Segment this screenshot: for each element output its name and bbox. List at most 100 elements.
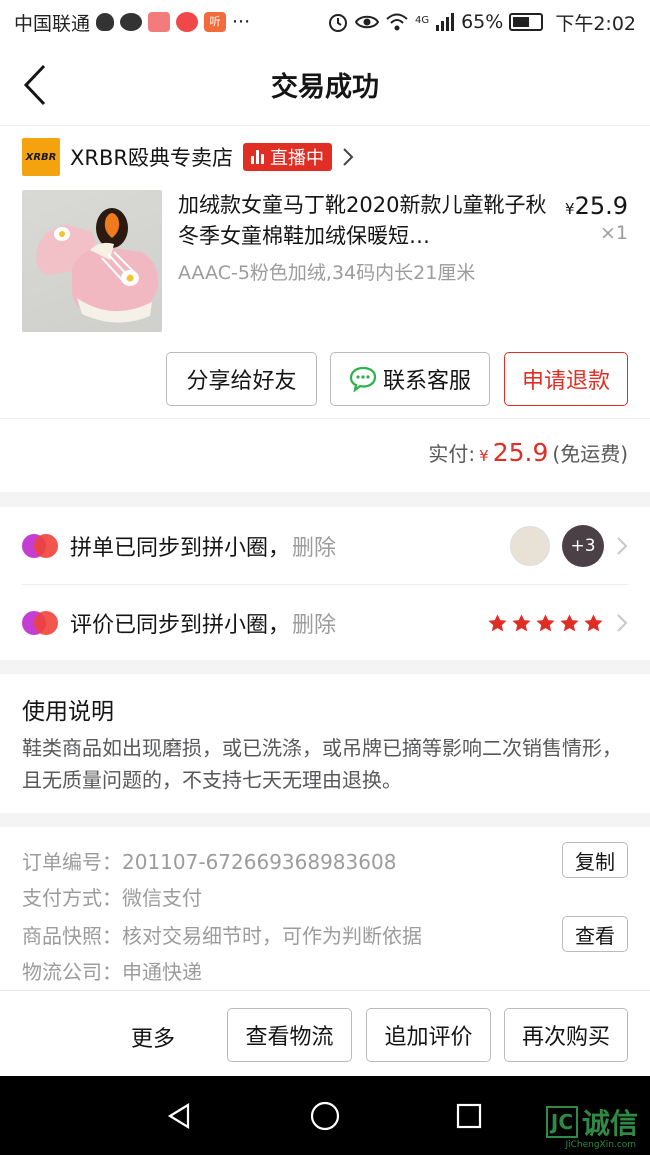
- carrier-label: 中国联通: [14, 12, 91, 35]
- product-price: ¥25.9: [565, 192, 628, 220]
- clock: 下午2:02: [555, 12, 636, 35]
- refund-label: 申请退款: [521, 369, 610, 394]
- share-label: 分享给好友: [186, 369, 297, 394]
- copy-button[interactable]: 复制: [562, 842, 628, 878]
- avatar-more-count: +3: [562, 525, 604, 567]
- status-bar: 中国联通 听 ··· 4G 65% 下午2:02: [0, 0, 650, 44]
- sync-delete-link[interactable]: 删除: [292, 607, 336, 639]
- listen-app-icon: 听: [204, 12, 227, 32]
- sync-row-review[interactable]: 评价已同步到拼小圈， 删除: [0, 585, 650, 661]
- buy-again-button[interactable]: 再次购买: [504, 1008, 628, 1062]
- status-right: 4G 65% 下午2:02: [327, 9, 636, 36]
- buy-again-label: 再次购买: [521, 1025, 610, 1050]
- paid-amount: 25.9: [492, 438, 549, 467]
- watermark-box: JC: [545, 1106, 578, 1138]
- product-spec: AAAC-5粉色加绒,34码内长21厘米: [178, 262, 476, 284]
- huawei-app-icon: [148, 12, 171, 32]
- paid-currency: ¥: [479, 447, 489, 465]
- more-notifications: ···: [232, 11, 251, 33]
- star-icon: [560, 613, 579, 631]
- star-icon: [536, 613, 555, 631]
- logistics-label: 物流公司：: [22, 960, 122, 984]
- order-number-label: 订单编号：: [22, 850, 122, 874]
- shipping-note: (免运费): [552, 442, 628, 466]
- paid-label: 实付:: [428, 442, 476, 466]
- section-gap: [0, 492, 650, 507]
- share-button[interactable]: 分享给好友: [166, 352, 317, 406]
- wechat-icon: [120, 13, 143, 31]
- sync-text: 拼单已同步到拼小圈，: [70, 536, 291, 561]
- star-icon: [584, 613, 603, 631]
- shop-logo: XRBR: [22, 138, 60, 176]
- page-title: 交易成功: [271, 72, 379, 103]
- sync-delete-link[interactable]: 删除: [292, 530, 336, 562]
- chevron-right-icon: [343, 148, 354, 166]
- star-icon: [512, 613, 531, 631]
- alarm-icon: [328, 14, 347, 32]
- product-image[interactable]: [22, 190, 162, 332]
- track-logistics-button[interactable]: 查看物流: [227, 1008, 352, 1062]
- product-title[interactable]: 加绒款女童马丁靴2020新款儿童靴子秋冬季女童棉鞋加绒保暖短…: [178, 190, 548, 252]
- chevron-right-icon: [617, 614, 628, 632]
- shoe-illustration: [36, 208, 158, 323]
- signal-icon: [436, 13, 455, 31]
- section-gap: [0, 813, 650, 827]
- status-left: 中国联通 听 ···: [14, 9, 250, 36]
- view-snapshot-button[interactable]: 查看: [562, 916, 628, 952]
- pay-method-label: 支付方式：: [22, 886, 122, 910]
- snapshot-label: 商品快照：: [22, 924, 122, 948]
- add-review-label: 追加评价: [384, 1025, 473, 1050]
- logistics-company: 申通快递: [122, 960, 202, 984]
- battery-icon: [509, 13, 544, 31]
- record-app-icon: [176, 12, 199, 32]
- back-triangle-icon[interactable]: [166, 1102, 194, 1130]
- product-quantity: ×1: [599, 222, 628, 244]
- pinxiaoquan-icon: [22, 534, 58, 558]
- price-value: 25.9: [574, 192, 628, 220]
- chevron-right-icon: [617, 537, 628, 555]
- sync-row-group[interactable]: 拼单已同步到拼小圈， 删除 +3: [0, 508, 650, 584]
- bottom-action-bar: 更多 查看物流 追加评价 再次购买: [0, 990, 650, 1076]
- eye-icon: [354, 15, 379, 29]
- snapshot-row: 商品快照：核对交易细节时，可作为判断依据: [22, 920, 422, 949]
- price-currency: ¥: [565, 200, 575, 218]
- watermark-logo: JC 诚信: [545, 1102, 638, 1142]
- pinxiaoquan-icon: [22, 611, 58, 635]
- star-icon: [488, 613, 507, 631]
- paid-total: 实付: ¥ 25.9 (免运费): [428, 438, 628, 467]
- logistics-row: 物流公司：申通快递: [22, 956, 202, 985]
- sync-right: [487, 585, 628, 661]
- track-logistics-label: 查看物流: [245, 1025, 334, 1050]
- live-bars-icon: [250, 150, 264, 164]
- contact-service-button[interactable]: 联系客服: [330, 352, 490, 406]
- avatar: [510, 526, 550, 566]
- live-label: 直播中: [269, 148, 324, 169]
- usage-title: 使用说明: [22, 699, 114, 725]
- watermark-url: JiChengXin.com: [565, 1140, 636, 1150]
- more-button[interactable]: 更多: [131, 1021, 175, 1053]
- shop-name[interactable]: XRBR殴典专卖店: [70, 142, 233, 172]
- refund-button[interactable]: 申请退款: [504, 352, 628, 406]
- divider: [0, 418, 650, 419]
- qq-icon: [96, 13, 115, 31]
- shop-row[interactable]: XRBR XRBR殴典专卖店 直播中: [22, 137, 354, 177]
- rating-stars: [487, 613, 604, 634]
- order-number-row: 订单编号：201107-672669368983608: [22, 846, 396, 875]
- add-review-button[interactable]: 追加评价: [366, 1008, 491, 1062]
- product-card[interactable]: 加绒款女童马丁靴2020新款儿童靴子秋冬季女童棉鞋加绒保暖短… ¥25.9 ×1…: [22, 190, 628, 332]
- contact-label: 联系客服: [382, 369, 471, 394]
- sync-text: 评价已同步到拼小圈，: [70, 613, 291, 638]
- order-number: 201107-672669368983608: [122, 850, 397, 874]
- pay-method: 微信支付: [122, 886, 202, 910]
- section-gap: [0, 660, 650, 674]
- nav-header: 交易成功: [0, 44, 650, 126]
- snapshot-text: 核对交易细节时，可作为判断依据: [122, 924, 422, 948]
- recents-square-icon[interactable]: [456, 1103, 482, 1129]
- pay-method-row: 支付方式：微信支付: [22, 882, 202, 911]
- home-circle-icon[interactable]: [310, 1101, 340, 1131]
- network-type: 4G: [414, 14, 430, 26]
- usage-text: 鞋类商品如出现磨损，或已洗涤，或吊牌已摘等影响二次销售情形，且无质量问题的，不支…: [22, 736, 622, 792]
- live-badge[interactable]: 直播中: [242, 143, 332, 171]
- back-arrow-icon[interactable]: [20, 62, 60, 108]
- sync-right: +3: [510, 508, 628, 584]
